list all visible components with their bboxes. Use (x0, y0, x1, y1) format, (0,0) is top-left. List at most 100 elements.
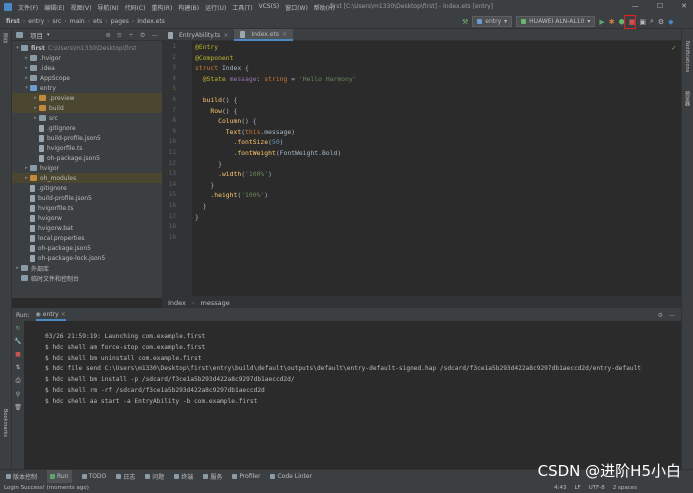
menu-item[interactable]: 导航(N) (97, 3, 118, 12)
menu-item[interactable]: 代码(C) (125, 3, 146, 12)
tree-item[interactable]: hvigorfile.ts (12, 203, 162, 213)
chevron-icon[interactable]: ▾ (23, 85, 30, 91)
debug-icon[interactable]: ✱ (609, 18, 615, 26)
menu-item[interactable]: VCS(S) (259, 3, 280, 12)
breadcrumb-item[interactable]: src (53, 18, 62, 25)
logo-icon[interactable]: ◆ (668, 18, 673, 26)
menu-item[interactable]: 运行(U) (205, 3, 226, 12)
rerun-icon[interactable]: ↻ (15, 325, 20, 332)
gear-icon[interactable]: ⚙ (658, 312, 663, 319)
chevron-icon[interactable]: ▾ (14, 45, 21, 51)
chevron-icon[interactable]: ▸ (23, 175, 30, 181)
device-select[interactable]: HUAWEI ALN-AL10 ▾ (516, 16, 596, 27)
breadcrumb-item[interactable]: ets (93, 18, 102, 25)
status-message[interactable]: Login Success! (moments ago) (4, 485, 89, 491)
breadcrumb-item[interactable]: Index.ets (137, 18, 165, 25)
hammer-icon[interactable]: ⚒ (462, 18, 468, 26)
menu-item[interactable]: 构建(B) (178, 3, 199, 12)
maximize-icon[interactable]: ☐ (657, 2, 663, 10)
close-icon[interactable]: ✕ (681, 2, 687, 10)
tree-item[interactable]: oh-package.json5 (12, 243, 162, 253)
pin-icon[interactable]: ⚲ (16, 391, 20, 398)
breadcrumb-item[interactable]: first (6, 18, 20, 25)
bottom-tab[interactable]: TODO (81, 473, 106, 480)
close-icon[interactable]: × (61, 311, 66, 318)
bottom-tab[interactable]: 版本控制 (6, 472, 37, 481)
tree-item[interactable]: local.properties (12, 233, 162, 243)
tree-item[interactable]: ▸ src (12, 113, 162, 123)
tree-item[interactable]: ▸ 外部库 (12, 263, 162, 273)
close-icon[interactable]: × (223, 32, 228, 39)
project-panel-title[interactable]: 项目 (30, 30, 43, 40)
device-manager-icon[interactable]: ▣ (639, 18, 646, 26)
bottom-tab[interactable]: Profiler (232, 473, 260, 480)
tree-item[interactable]: hvigorfile.ts (12, 143, 162, 153)
tree-item[interactable]: 临时文件和控制台 (12, 273, 162, 283)
gear-icon[interactable]: ⚙ (140, 31, 146, 39)
minimize-icon[interactable]: — (632, 2, 639, 10)
chevron-icon[interactable]: ▸ (32, 95, 39, 101)
hide-icon[interactable]: — (152, 31, 159, 39)
previewer-tool-label[interactable]: 预览器 (684, 91, 691, 106)
wrench-icon[interactable]: 🔧 (14, 338, 21, 345)
chevron-icon[interactable]: ▸ (14, 265, 21, 271)
scroll-icon[interactable]: ⇅ (15, 364, 20, 371)
settings-icon[interactable]: ⚙ (658, 18, 664, 26)
bottom-tab[interactable]: 日志 (116, 472, 135, 481)
print-icon[interactable]: ⎙ (16, 377, 21, 385)
bookmarks-tool-label[interactable]: Bookmarks (2, 409, 8, 437)
tree-item[interactable]: oh-package.json5 (12, 153, 162, 163)
tree-item[interactable]: ▸ oh_modules (12, 173, 162, 183)
tree-item[interactable]: hvigorw (12, 213, 162, 223)
tree-item[interactable]: ▾ entry (12, 83, 162, 93)
menu-item[interactable]: 视图(V) (71, 3, 92, 12)
menu-item[interactable]: 编辑(E) (44, 3, 64, 12)
tree-item[interactable]: ▸ .hvigor (12, 53, 162, 63)
status-item[interactable]: 4:43 (554, 485, 566, 491)
collapse-icon[interactable]: ≡ (117, 31, 122, 39)
tree-item[interactable]: hvigorw.bat (12, 223, 162, 233)
tree-item[interactable]: ▸ hvigor (12, 163, 162, 173)
status-item[interactable]: 2 spaces (613, 485, 637, 491)
chevron-icon[interactable]: ▸ (23, 65, 30, 71)
chevron-icon[interactable]: ▸ (23, 75, 30, 81)
tree-item[interactable]: ▸ AppScope (12, 73, 162, 83)
notifications-tool-label[interactable]: Notifications (684, 41, 690, 72)
tree-item[interactable]: .gitignore (12, 123, 162, 133)
delete-icon[interactable]: 🗑 (14, 404, 22, 411)
editor-tab[interactable]: EntryAbility.ts × (162, 29, 234, 41)
tree-item[interactable]: ▸ .idea (12, 63, 162, 73)
chevron-icon[interactable]: ▸ (32, 105, 39, 111)
code-editor[interactable]: ✓ @Entry @Component struct Index { @State … (192, 41, 681, 296)
bottom-tab[interactable]: 终端 (174, 472, 193, 481)
search-icon[interactable]: ⌕ (650, 17, 654, 26)
run-icon[interactable]: ▶ (599, 18, 604, 26)
bottom-tab[interactable]: Run (47, 470, 72, 483)
status-item[interactable]: UTF-8 (589, 485, 605, 491)
module-select[interactable]: entry ▾ (472, 16, 513, 27)
tree-item[interactable]: ▸ .preview (12, 93, 162, 103)
globe-icon[interactable]: ⊕ (105, 31, 110, 39)
tree-item[interactable]: build-profile.json5 (12, 193, 162, 203)
status-item[interactable]: LF (574, 485, 580, 491)
tree-item[interactable]: build-profile.json5 (12, 133, 162, 143)
run-config-tab[interactable]: ◉ entry × (35, 309, 66, 321)
menu-item[interactable]: 工具(T) (232, 3, 252, 12)
tree-item[interactable]: ▾ first C:\Users\m1330\Desktop\first (12, 43, 162, 53)
close-icon[interactable]: × (282, 31, 287, 38)
chevron-down-icon[interactable]: ▾ (47, 32, 50, 38)
bottom-tab[interactable]: 问题 (145, 472, 164, 481)
chevron-icon[interactable]: ▸ (23, 55, 30, 61)
hide-icon[interactable]: — (669, 312, 675, 319)
inspection-ok-icon[interactable]: ✓ (671, 44, 677, 52)
breadcrumb-item[interactable]: entry (28, 18, 44, 25)
expand-icon[interactable]: ÷ (128, 31, 133, 39)
tree-item[interactable]: oh-package-lock.json5 (12, 253, 162, 263)
project-tool-label[interactable]: 项目 (2, 33, 9, 43)
chevron-icon[interactable]: ▸ (23, 165, 30, 171)
editor-breadcrumb-item[interactable]: message (201, 299, 230, 307)
breadcrumb-item[interactable]: pages (111, 18, 129, 25)
stop-icon[interactable]: ■ (15, 351, 21, 358)
bottom-tab[interactable]: Code Linter (270, 473, 312, 480)
editor-breadcrumb-item[interactable]: Index (168, 299, 186, 307)
